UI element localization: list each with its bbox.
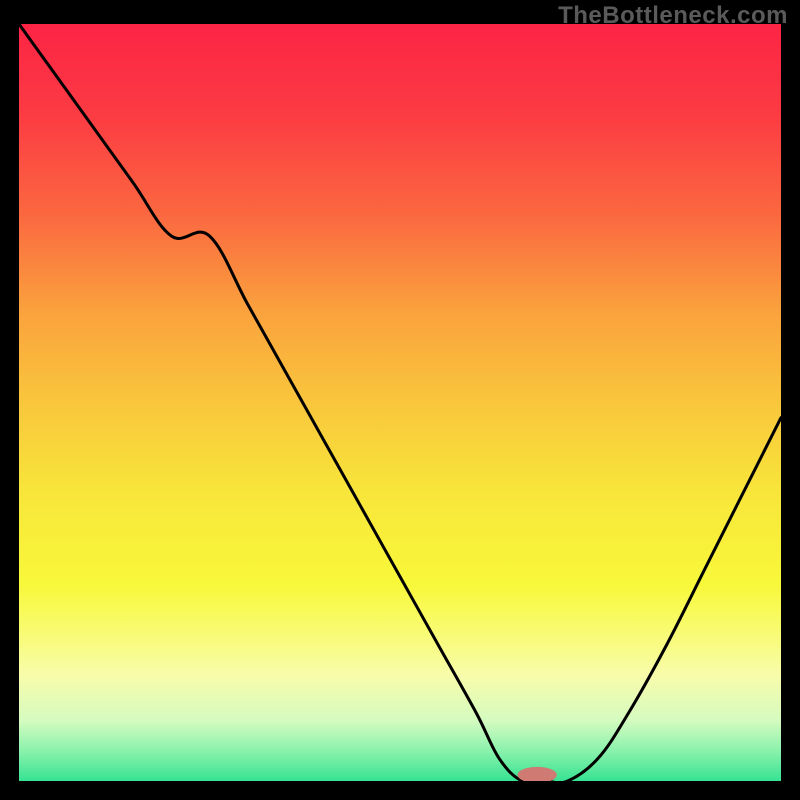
chart-svg — [19, 24, 781, 781]
optimal-marker — [518, 767, 556, 781]
gradient-background — [19, 24, 781, 781]
chart-frame: TheBottleneck.com — [0, 0, 800, 800]
plot-area — [19, 24, 781, 781]
